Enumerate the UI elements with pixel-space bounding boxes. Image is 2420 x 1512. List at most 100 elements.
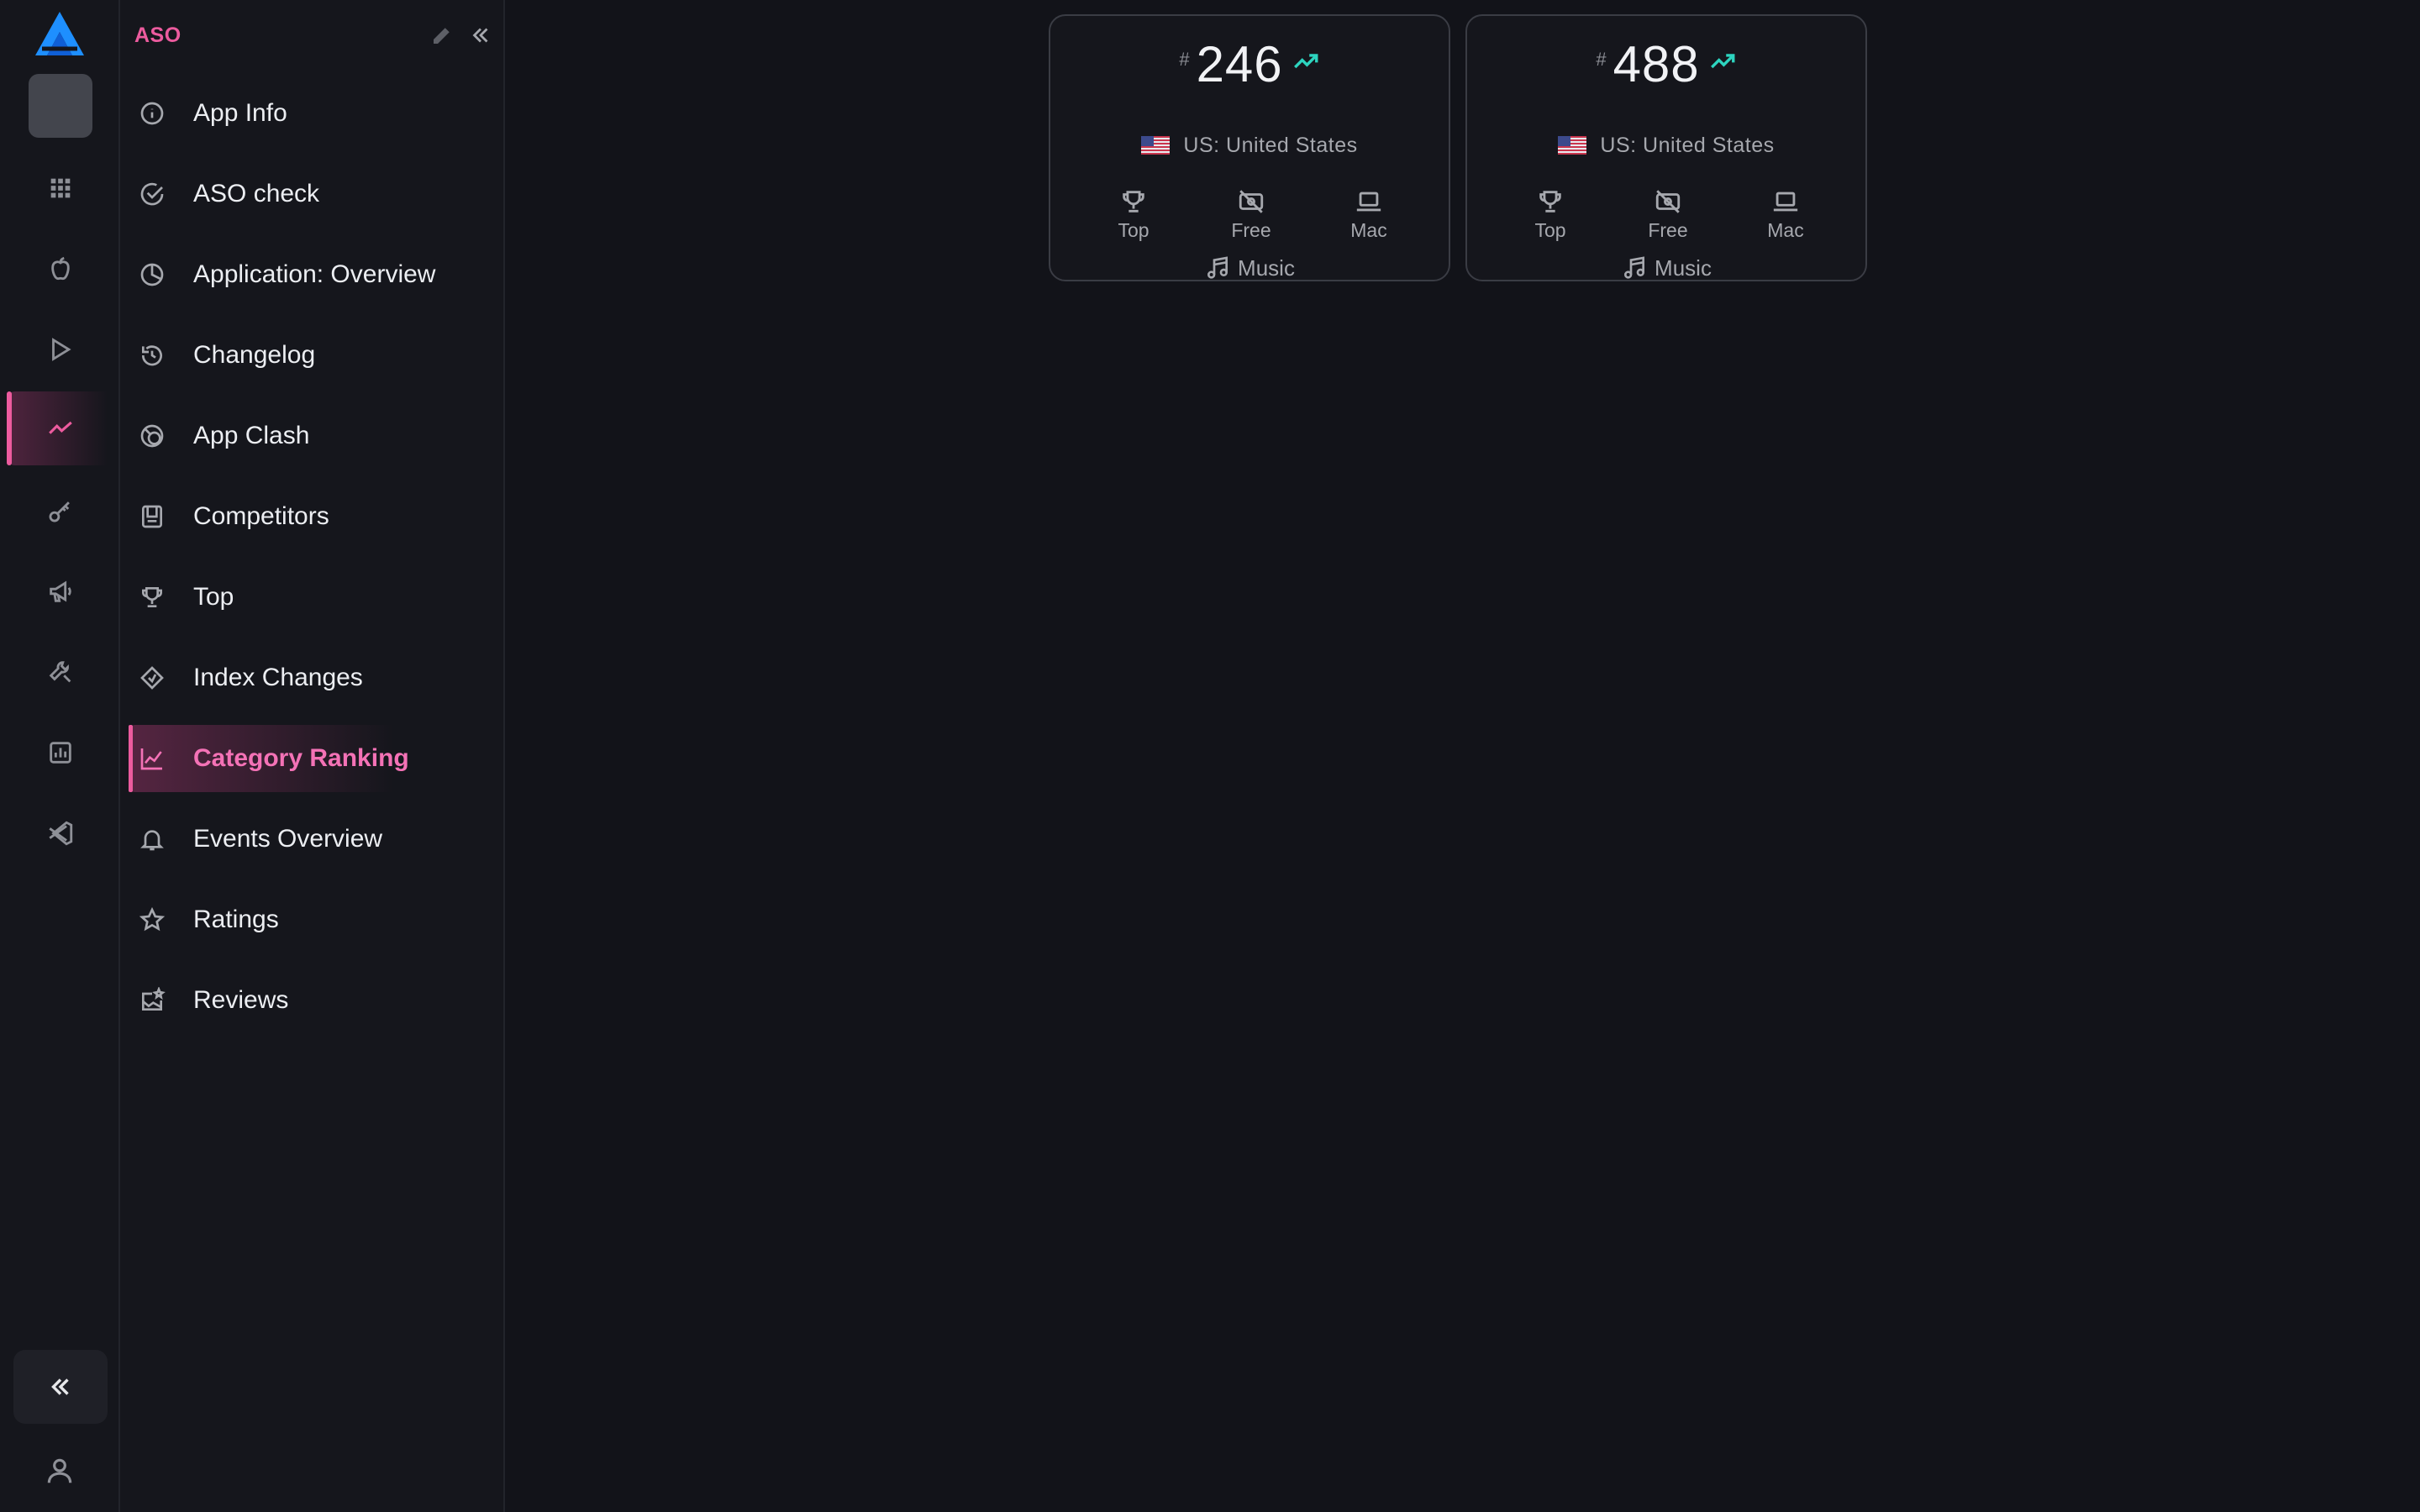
sidebar-item-label: Changelog [193,341,316,369]
free-icon [1655,190,1681,213]
sidebar-item-reviews[interactable]: Reviews [129,967,481,1034]
section-sidebar: ASO App Info ASO check Application: Over… [120,0,505,1512]
history-icon [141,345,162,366]
price-type: Free [1618,172,1718,248]
sidebar-item-label: Top [193,583,234,611]
sidebar-collapse-button[interactable] [464,18,497,52]
device-type: Mac [1735,172,1836,248]
rail-item-play-store[interactable] [7,312,113,386]
genre-label: Music [1655,255,1712,281]
sidebar-item-competitors[interactable]: Competitors [129,483,481,550]
sidebar-item-changelog[interactable]: Changelog [129,322,481,389]
megaphone-icon [49,580,71,602]
rail-item-trend[interactable] [7,391,113,465]
genre-row: Music [1467,251,1865,285]
sidebar-item-label: Ratings [193,906,279,933]
rank-value: 246 [1196,35,1283,92]
country-row: US: United States [1050,129,1449,162]
trend-up-icon [1710,54,1735,69]
grid-icon [50,178,70,198]
rail-item-megaphone[interactable] [7,554,113,628]
sidebar-item-index-changes[interactable]: Index Changes [129,644,481,711]
music-icon [1624,256,1645,279]
rail-item-grid[interactable] [7,151,113,225]
ranking-card: # 488 US: United States Top Free Mac Mus… [1465,14,1867,281]
price-type: Free [1201,172,1302,248]
country-label: US: United States [1183,133,1358,157]
sidebar-item-label: Index Changes [193,664,363,691]
pencil-icon [434,28,450,44]
line-chart-icon [140,748,162,770]
rail-item-tools[interactable] [7,635,113,709]
reviews-icon [142,987,166,1011]
trophy-icon [142,587,162,607]
clash-icon [140,424,164,448]
sidebar-item-app-clash[interactable]: App Clash [129,402,481,470]
free-icon [1239,190,1264,213]
chart-type: Top [1500,172,1601,248]
sidebar-item-top[interactable]: Top [129,564,481,631]
price-type-label: Free [1231,219,1271,241]
competitors-icon [142,505,162,528]
vscode-icon [48,821,72,846]
edit-button[interactable] [425,18,459,52]
rail-item-apple[interactable] [7,232,113,306]
price-type-label: Free [1648,219,1688,241]
rail-item-vscode[interactable] [7,796,113,870]
music-icon [1207,256,1228,279]
rail-collapse-button[interactable] [13,1350,108,1424]
rank-row: # 246 [1050,34,1449,93]
pie-chart-icon [140,263,164,286]
us-flag-icon [1141,136,1171,155]
sidebar-item-category-ranking[interactable]: Category Ranking [129,725,481,792]
sidebar-item-ratings[interactable]: Ratings [129,886,481,953]
trophy-icon [1123,191,1144,213]
rank-value: 488 [1612,35,1700,92]
rail-item-key[interactable] [7,474,113,548]
meta-row: Top Free Mac [1467,172,1865,248]
rail-item-report[interactable] [7,716,113,790]
report-icon [49,742,71,764]
chart-type: Top [1083,172,1184,248]
chevrons-left-icon [472,28,488,43]
sidebar-item-events-overview[interactable]: Events Overview [129,806,481,873]
user-profile-button[interactable] [34,1452,86,1490]
ranking-card: # 246 US: United States Top Free Mac Mus… [1049,14,1450,281]
apple-icon [50,256,70,281]
app-logo-icon[interactable] [34,10,86,57]
genre-label: Music [1238,255,1295,281]
sidebar-title: ASO [134,24,182,47]
app-avatar[interactable] [29,74,92,138]
icon-rail [0,0,120,1512]
trend-up-icon [1293,54,1318,69]
us-flag-icon [1558,136,1587,155]
sidebar-item-label: Application: Overview [193,260,436,288]
check-circle-icon [140,182,164,206]
sidebar-item-label: Reviews [193,986,289,1014]
sidebar-item-label: App Clash [193,422,310,449]
bell-icon [140,830,164,851]
rank-row: # 488 [1467,34,1865,93]
key-icon [49,501,70,522]
device-type: Mac [1318,172,1419,248]
device-type-label: Mac [1767,219,1804,241]
sidebar-item-label: Category Ranking [193,744,409,772]
meta-row: Top Free Mac [1050,172,1449,248]
sidebar-item-label: Events Overview [193,825,383,853]
rank-hash: # [1596,49,1607,70]
sidebar-item-aso-check[interactable]: ASO check [129,160,481,228]
index-icon [140,666,164,690]
play-store-icon [51,338,71,361]
sidebar-item-label: Competitors [193,502,329,530]
sidebar-item-label: App Info [193,99,287,127]
genre-row: Music [1050,251,1449,285]
chart-type-label: Top [1118,219,1150,241]
sidebar-item-label: ASO check [193,180,320,207]
laptop-icon [1773,192,1798,212]
country-row: US: United States [1467,129,1865,162]
sidebar-item-app-info[interactable]: App Info [129,80,481,147]
country-label: US: United States [1600,133,1775,157]
device-type-label: Mac [1350,219,1387,241]
sidebar-item-application-overview[interactable]: Application: Overview [129,241,481,308]
info-icon [140,102,164,125]
